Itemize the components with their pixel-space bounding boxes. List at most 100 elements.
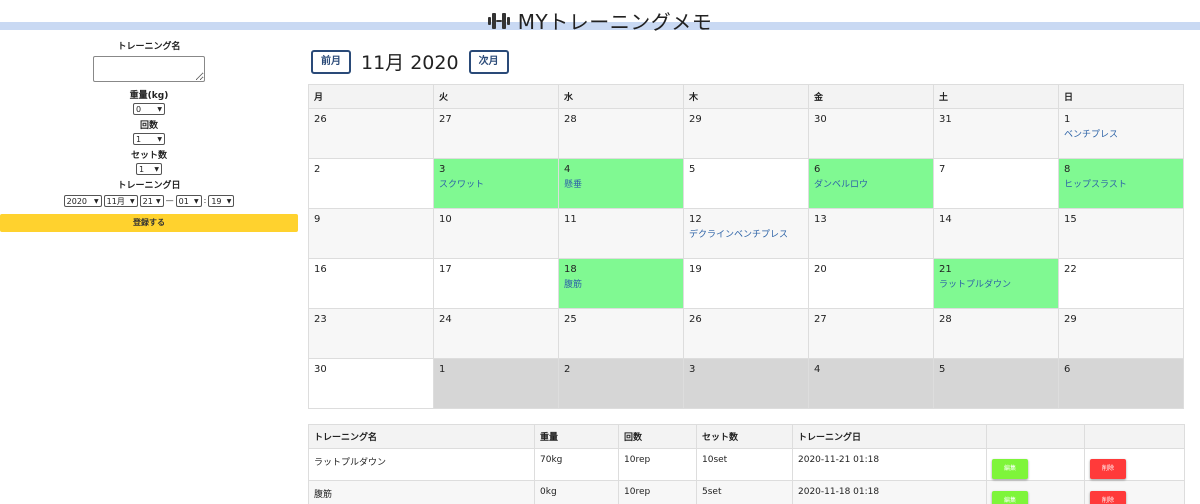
calendar-day-cell[interactable]: 15 [1058, 208, 1184, 259]
weekday-header: 土 [933, 84, 1059, 109]
day-number: 28 [939, 314, 952, 325]
day-number: 30 [814, 114, 827, 125]
calendar-day-cell[interactable]: 2 [558, 358, 684, 409]
calendar-day-cell[interactable]: 22 [1058, 258, 1184, 309]
calendar-event-label[interactable]: ヒップスラスト [1064, 177, 1178, 190]
calendar-day-cell[interactable]: 24 [433, 308, 559, 359]
column-header [986, 424, 1085, 449]
day-number: 2 [564, 364, 571, 375]
calendar-day-cell[interactable]: 18 腹筋 [558, 258, 684, 309]
calendar-day-cell[interactable]: 6 [1058, 358, 1184, 409]
day-number: 1 [439, 364, 446, 375]
calendar-event-label[interactable]: 腹筋 [564, 277, 678, 290]
weekday-header-row: 月 火 水 木 金 土 日 [308, 84, 1184, 109]
day-select[interactable]: 21 ▼ [139, 195, 164, 207]
calendar-day-cell[interactable]: 7 [933, 158, 1059, 209]
calendar-day-cell[interactable]: 4 [808, 358, 934, 409]
prev-month-button[interactable]: 前月 [311, 49, 351, 74]
calendar-day-cell[interactable]: 26 [683, 308, 809, 359]
calendar-event-label[interactable]: 懸垂 [564, 177, 678, 190]
reps-select[interactable]: 1 ▼ [133, 133, 165, 145]
calendar-day-cell[interactable]: 29 [1058, 308, 1184, 359]
register-button[interactable]: 登録する [0, 214, 298, 232]
sets-select[interactable]: 1 ▼ [136, 163, 162, 175]
calendar-day-cell[interactable]: 16 [308, 258, 434, 309]
day-number: 29 [689, 114, 702, 125]
next-month-button[interactable]: 次月 [468, 49, 509, 74]
delete-button[interactable]: 削除 [1090, 459, 1126, 479]
date-label: トレーニング日 [117, 181, 181, 191]
date-time-separator: — [165, 195, 174, 205]
day-number: 17 [439, 264, 452, 275]
calendar-day-cell[interactable]: 20 [808, 258, 934, 309]
month-select[interactable]: 11月 ▼ [103, 195, 138, 207]
record-sets: 10set [696, 448, 793, 481]
calendar-day-cell[interactable]: 29 [683, 108, 809, 159]
calendar-day-cell[interactable]: 26 [308, 108, 434, 159]
weekday-header: 金 [808, 84, 934, 109]
calendar-day-cell[interactable]: 30 [808, 108, 934, 159]
training-name-input[interactable] [93, 56, 205, 82]
record-sets: 5set [696, 480, 793, 504]
calendar-event-label[interactable]: ベンチプレス [1064, 127, 1178, 140]
weight-select-value: 0 [136, 104, 142, 114]
year-select[interactable]: 2020 ▼ [63, 195, 102, 207]
day-number: 29 [1064, 314, 1077, 325]
calendar-event-label[interactable]: デクラインベンチプレス [689, 227, 803, 240]
calendar-day-cell[interactable]: 5 [933, 358, 1059, 409]
calendar-day-cell[interactable]: 25 [558, 308, 684, 359]
calendar-day-cell[interactable]: 1 ベンチプレス [1058, 108, 1184, 159]
calendar-day-cell[interactable]: 30 [308, 358, 434, 409]
calendar-day-cell[interactable]: 27 [808, 308, 934, 359]
calendar-day-cell[interactable]: 9 [308, 208, 434, 259]
calendar-day-cell[interactable]: 31 [933, 108, 1059, 159]
chevron-down-icon: ▼ [194, 197, 199, 205]
calendar-day-cell[interactable]: 5 [683, 158, 809, 209]
calendar-day-cell[interactable]: 3 スクワット [433, 158, 559, 209]
calendar-day-cell[interactable]: 3 [683, 358, 809, 409]
day-number: 11 [564, 214, 577, 225]
calendar-day-cell[interactable]: 28 [558, 108, 684, 159]
calendar-day-cell[interactable]: 19 [683, 258, 809, 309]
sets-select-value: 1 [139, 164, 145, 174]
calendar-day-cell[interactable]: 8 ヒップスラスト [1058, 158, 1184, 209]
weight-select[interactable]: 0 ▼ [133, 103, 165, 115]
calendar-event-label[interactable]: ラットプルダウン [939, 277, 1053, 290]
site-header: MYトレーニングメモ [0, 0, 1200, 36]
calendar-event-label[interactable]: スクワット [439, 177, 553, 190]
record-name: ラットプルダウン [308, 448, 535, 481]
sets-label: セット数 [130, 151, 167, 161]
calendar-day-cell[interactable]: 17 [433, 258, 559, 309]
calendar-day-cell[interactable]: 13 [808, 208, 934, 259]
day-number: 4 [564, 164, 571, 175]
calendar-day-cell[interactable]: 2 [308, 158, 434, 209]
day-number: 31 [939, 114, 952, 125]
edit-button[interactable]: 編集 [992, 491, 1028, 504]
day-number: 4 [814, 364, 821, 375]
calendar-day-cell[interactable]: 23 [308, 308, 434, 359]
calendar-day-cell[interactable]: 27 [433, 108, 559, 159]
edit-button[interactable]: 編集 [992, 459, 1028, 479]
day-number: 13 [814, 214, 827, 225]
day-number: 20 [814, 264, 827, 275]
calendar-day-cell[interactable]: 4 懸垂 [558, 158, 684, 209]
weekday-header: 日 [1058, 84, 1184, 109]
calendar-day-cell[interactable]: 14 [933, 208, 1059, 259]
minute-select[interactable]: 19 ▼ [208, 195, 235, 207]
calendar-day-cell[interactable]: 21 ラットプルダウン [933, 258, 1059, 309]
calendar-day-cell[interactable]: 1 [433, 358, 559, 409]
calendar-day-cell[interactable]: 11 [558, 208, 684, 259]
day-number: 12 [689, 214, 702, 225]
calendar-day-cell[interactable]: 10 [433, 208, 559, 259]
column-header: セット数 [696, 424, 793, 449]
calendar-day-cell[interactable]: 12 デクラインベンチプレス [683, 208, 809, 259]
chevron-down-icon: ▼ [156, 197, 161, 205]
day-number: 26 [314, 114, 327, 125]
calendar-day-cell[interactable]: 28 [933, 308, 1059, 359]
calendar-day-cell[interactable]: 6 ダンベルロウ [808, 158, 934, 209]
day-number: 14 [939, 214, 952, 225]
hour-select[interactable]: 01 ▼ [175, 195, 202, 207]
delete-button[interactable]: 削除 [1090, 491, 1126, 504]
calendar-event-label[interactable]: ダンベルロウ [814, 177, 928, 190]
day-number: 15 [1064, 214, 1077, 225]
